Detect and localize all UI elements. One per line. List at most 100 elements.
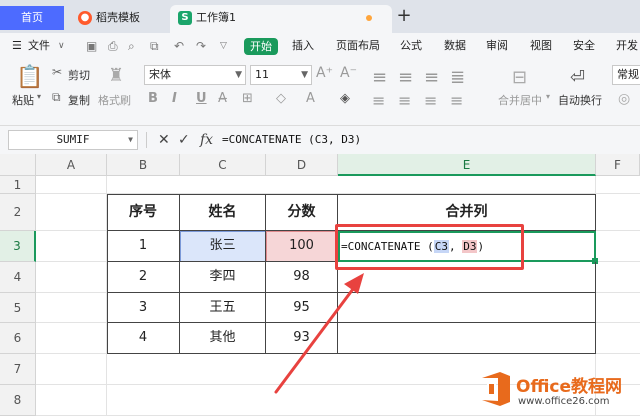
format-painter-button[interactable]: 格式刷 bbox=[98, 92, 131, 108]
redo-icon[interactable]: ↷ bbox=[196, 33, 206, 59]
wrap-icon[interactable]: ≣ bbox=[450, 67, 465, 88]
border-icon[interactable]: ⊞ bbox=[242, 91, 253, 106]
cell-b3[interactable]: 1 bbox=[107, 231, 180, 262]
gridline bbox=[36, 261, 107, 262]
merge-dropdown-icon[interactable]: ▾ bbox=[546, 92, 550, 101]
paste-button[interactable]: 粘贴 bbox=[12, 92, 34, 108]
column-header-d[interactable]: D bbox=[266, 154, 338, 176]
align-right-icon[interactable]: ≡ bbox=[424, 91, 437, 110]
align-bottom-icon[interactable]: ≡ bbox=[424, 67, 439, 88]
merge-icon: ⊟ bbox=[512, 67, 528, 88]
cancel-icon[interactable]: ✕ bbox=[158, 130, 170, 150]
gridline bbox=[36, 292, 107, 293]
cell-c4[interactable]: 李四 bbox=[180, 262, 266, 293]
unsaved-dot-icon bbox=[366, 15, 372, 21]
cell-b4[interactable]: 2 bbox=[107, 262, 180, 293]
new-tab-button[interactable]: + bbox=[392, 2, 416, 30]
row-header-8[interactable]: 8 bbox=[0, 385, 36, 416]
underline-icon[interactable]: U bbox=[196, 91, 207, 106]
menu-review[interactable]: 审阅 bbox=[486, 33, 508, 59]
align-middle-icon[interactable]: ≡ bbox=[398, 67, 413, 88]
confirm-icon[interactable]: ✓ bbox=[178, 130, 190, 150]
menu-formula[interactable]: 公式 bbox=[400, 33, 422, 59]
copy-button[interactable]: 复制 bbox=[68, 92, 90, 108]
strikethrough-icon[interactable]: A̶ bbox=[218, 91, 227, 106]
row-header-3[interactable]: 3 bbox=[0, 231, 36, 262]
menu-start[interactable]: 开始 bbox=[244, 38, 278, 55]
row-header-5[interactable]: 5 bbox=[0, 293, 36, 323]
justify-icon[interactable]: ≡ bbox=[450, 91, 463, 110]
gridline bbox=[596, 230, 640, 231]
row-header-6[interactable]: 6 bbox=[0, 323, 36, 354]
cell-c6[interactable]: 其他 bbox=[180, 323, 266, 354]
chevron-down-icon: ▼ bbox=[235, 70, 242, 80]
formula-input[interactable]: =CONCATENATE (C3, D3) bbox=[222, 130, 632, 150]
italic-icon[interactable]: I bbox=[172, 91, 177, 106]
cell-e5[interactable] bbox=[338, 293, 596, 323]
chevron-down-icon[interactable]: ∨ bbox=[58, 33, 65, 59]
column-header-c[interactable]: C bbox=[180, 154, 266, 176]
merge-center-button[interactable]: 合并居中 bbox=[498, 92, 542, 108]
increase-font-icon[interactable]: A⁺ bbox=[316, 65, 333, 81]
select-all-corner[interactable] bbox=[0, 154, 36, 176]
clear-format-icon[interactable]: ◈ bbox=[340, 91, 350, 106]
cell-d3[interactable]: 100 bbox=[266, 231, 338, 262]
print-icon[interactable]: ⎙ bbox=[108, 33, 118, 59]
bold-icon[interactable]: B bbox=[148, 91, 158, 106]
name-box[interactable]: SUMIF ▼ bbox=[8, 130, 138, 150]
fill-color-icon[interactable]: ◇ bbox=[276, 91, 286, 106]
watermark-url: www.office26.com bbox=[518, 396, 610, 407]
cell-d6[interactable]: 93 bbox=[266, 323, 338, 354]
menu-view[interactable]: 视图 bbox=[530, 33, 552, 59]
cell-b2[interactable]: 序号 bbox=[107, 194, 180, 231]
column-header-e[interactable]: E bbox=[338, 154, 596, 176]
cell-d5[interactable]: 95 bbox=[266, 293, 338, 323]
column-header-f[interactable]: F bbox=[596, 154, 640, 176]
menu-security[interactable]: 安全 bbox=[573, 33, 595, 59]
cell-d2[interactable]: 分数 bbox=[266, 194, 338, 231]
cell-b5[interactable]: 3 bbox=[107, 293, 180, 323]
hamburger-icon[interactable]: ☰ bbox=[12, 33, 22, 59]
undo-icon[interactable]: ↶ bbox=[174, 33, 184, 59]
cell-c5[interactable]: 王五 bbox=[180, 293, 266, 323]
align-top-icon[interactable]: ≡ bbox=[372, 67, 387, 88]
cell-c3[interactable]: 张三 bbox=[180, 231, 266, 262]
auto-wrap-button[interactable]: 自动换行 bbox=[558, 92, 602, 108]
menu-data[interactable]: 数据 bbox=[444, 33, 466, 59]
row-header-2[interactable]: 2 bbox=[0, 194, 36, 231]
cell-c2[interactable]: 姓名 bbox=[180, 194, 266, 231]
print-preview-icon[interactable]: ⌕ bbox=[128, 33, 135, 59]
menu-page-layout[interactable]: 页面布局 bbox=[336, 33, 380, 59]
formula-bar: SUMIF ▼ ✕ ✓ fx =CONCATENATE (C3, D3) bbox=[0, 126, 640, 154]
decrease-font-icon[interactable]: A⁻ bbox=[340, 65, 357, 81]
column-header-a[interactable]: A bbox=[36, 154, 107, 176]
menu-developer[interactable]: 开发 bbox=[616, 33, 638, 59]
paste-dropdown-icon[interactable]: ▾ bbox=[37, 92, 41, 101]
row-header-4[interactable]: 4 bbox=[0, 262, 36, 293]
save-icon[interactable]: ▣ bbox=[86, 33, 97, 59]
number-format-select[interactable]: 常规 bbox=[612, 65, 640, 85]
cell-d4[interactable]: 98 bbox=[266, 262, 338, 293]
tab-home[interactable]: 首页 bbox=[0, 6, 64, 30]
row-header-7[interactable]: 7 bbox=[0, 354, 36, 385]
export-icon[interactable]: ⧉ bbox=[150, 33, 159, 59]
align-left-icon[interactable]: ≡ bbox=[372, 91, 385, 110]
fx-icon[interactable]: fx bbox=[200, 130, 213, 150]
column-header-b[interactable]: B bbox=[107, 154, 180, 176]
font-color-icon[interactable]: A bbox=[306, 91, 315, 106]
align-center-icon[interactable]: ≡ bbox=[398, 91, 411, 110]
tab-template[interactable]: ● 稻壳模板 bbox=[72, 5, 172, 33]
cell-e6[interactable] bbox=[338, 323, 596, 354]
row-header-1[interactable]: 1 bbox=[0, 176, 36, 194]
currency-icon[interactable]: ◎ bbox=[618, 91, 630, 107]
paste-icon[interactable]: 📋 bbox=[16, 65, 43, 90]
gridline bbox=[36, 322, 107, 323]
menu-file[interactable]: 文件 bbox=[28, 33, 50, 59]
tab-workbook[interactable]: S 工作簿1 bbox=[170, 5, 392, 33]
cut-button[interactable]: 剪切 bbox=[68, 67, 90, 83]
menu-insert[interactable]: 插入 bbox=[292, 33, 314, 59]
quick-access-dropdown-icon[interactable]: ▽ bbox=[220, 33, 227, 59]
font-name-select[interactable]: 宋体 ▼ bbox=[144, 65, 246, 85]
font-size-select[interactable]: 11 ▼ bbox=[250, 65, 312, 85]
cell-b6[interactable]: 4 bbox=[107, 323, 180, 354]
